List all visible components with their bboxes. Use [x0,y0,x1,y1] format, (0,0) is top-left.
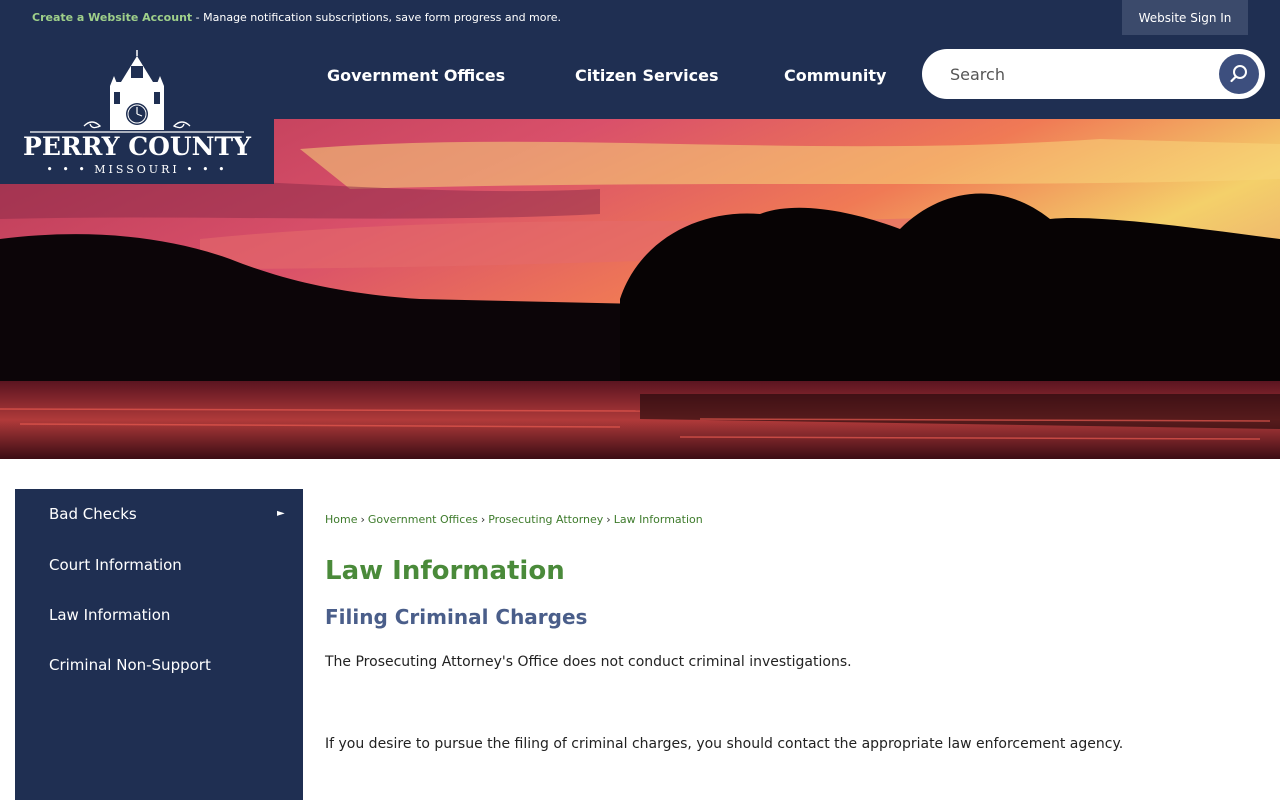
breadcrumb-home[interactable]: Home [325,513,357,526]
search-input[interactable] [950,61,1200,87]
nav-government-offices[interactable]: Government Offices [327,66,505,85]
breadcrumb-separator: › [480,513,486,526]
section-heading: Filing Criminal Charges [325,605,588,629]
sidebar-item-law-information[interactable]: Law Information [49,606,170,624]
sidebar-item-criminal-non-support[interactable]: Criminal Non-Support [49,656,211,674]
courthouse-clock-tower-icon [30,50,244,133]
breadcrumb-separator: › [360,513,365,526]
search-icon [1230,65,1247,83]
county-name: PERRY COUNTY [23,132,251,161]
breadcrumb-prosecuting-attorney[interactable]: Prosecuting Attorney [488,513,603,526]
content-paragraph: The Prosecuting Attorney's Office does n… [325,654,852,670]
content-paragraph: If you desire to pursue the filing of cr… [325,736,1124,752]
account-notice: Create a Website Account - Manage notifi… [32,11,561,24]
expand-arrow-icon[interactable]: ► [277,508,285,519]
search-box [922,49,1265,99]
site-logo[interactable]: PERRY COUNTY • • • MISSOURI • • • [0,36,274,184]
sign-in-button[interactable]: Website Sign In [1122,0,1248,35]
nav-citizen-services[interactable]: Citizen Services [575,66,719,85]
sidebar-item-court-information[interactable]: Court Information [49,556,182,574]
create-account-link[interactable]: Create a Website Account [32,11,192,24]
sidebar-item-bad-checks[interactable]: Bad Checks [49,505,137,523]
breadcrumb: Home › Government Offices › Prosecuting Atto… [325,513,703,526]
breadcrumb-government-offices[interactable]: Government Offices [368,513,478,526]
nav-community[interactable]: Community [784,66,886,85]
state-name: • • • MISSOURI • • • [46,163,228,176]
search-button[interactable] [1219,54,1259,94]
sidebar-nav: Bad Checks ► Court Information Law Infor… [15,489,303,800]
account-notice-text: - Manage notification subscriptions, sav… [192,11,562,24]
page-title: Law Information [325,556,565,586]
breadcrumb-separator: › [606,513,611,526]
breadcrumb-law-information[interactable]: Law Information [614,513,703,526]
utility-bar: Create a Website Account - Manage notifi… [0,0,1280,36]
